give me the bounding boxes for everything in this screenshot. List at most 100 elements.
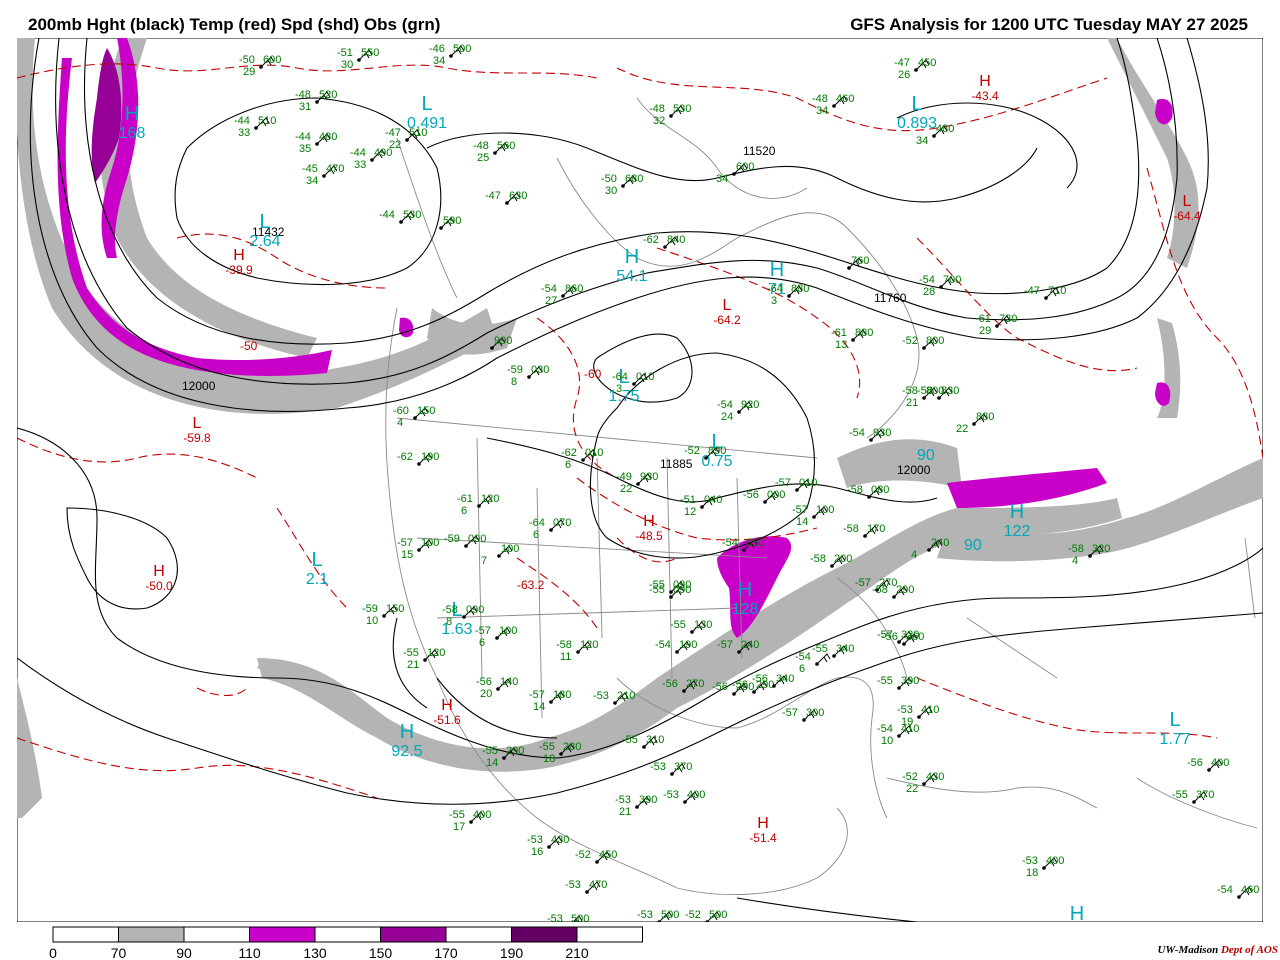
colorbar-label: 130 (303, 945, 327, 960)
obs-dewpoint: 7 (481, 555, 487, 567)
obs-temp: -64 (767, 283, 783, 295)
obs-height: 190 (421, 451, 439, 463)
center-value: 92.5 (391, 743, 422, 760)
obs-temp: -48 (649, 103, 665, 115)
obs-dewpoint: 34 (816, 105, 828, 117)
obs-temp: -52 (902, 771, 918, 783)
obs-dewpoint: 29 (979, 325, 991, 337)
center-value: 1.77 (1159, 731, 1190, 748)
center-value: -59.8 (183, 431, 211, 445)
obs-temp: -54 (919, 274, 935, 286)
temp-label: -60 (584, 367, 602, 381)
obs-temp: -52 (902, 335, 918, 347)
obs-height: 180 (553, 689, 571, 701)
obs-height: 340 (776, 673, 794, 685)
obs-temp: -54 (1217, 884, 1233, 896)
obs-height: 930 (640, 471, 658, 483)
obs-temp: -54 (722, 537, 738, 549)
obs-dewpoint: 14 (796, 516, 808, 528)
obs-height: 240 (741, 639, 759, 651)
obs-dewpoint: 31 (299, 101, 311, 113)
obs-height: 100 (499, 625, 517, 637)
obs-dewpoint: 33 (354, 159, 366, 171)
obs-temp: -56 (752, 673, 768, 685)
obs-dewpoint: 6 (565, 459, 571, 471)
center-value: -51.6 (433, 713, 461, 727)
obs-temp: -62 (643, 234, 659, 246)
obs-temp: -44 (379, 209, 395, 221)
obs-dewpoint: 21 (619, 806, 631, 818)
obs-temp: -61 (975, 313, 991, 325)
center-letter: H (738, 579, 752, 601)
obs-dewpoint: 4 (397, 417, 403, 429)
obs-temp: -62 (561, 447, 577, 459)
obs-dewpoint: 10 (366, 615, 378, 627)
colorbar-label: 70 (111, 945, 127, 960)
temp-label: -50 (240, 339, 258, 353)
obs-dewpoint: 28 (923, 286, 935, 298)
obs-height: 300 (806, 707, 824, 719)
obs-height: 860 (565, 283, 583, 295)
colorbar-label: 170 (434, 945, 458, 960)
obs-height: 200 (834, 553, 852, 565)
obs-temp: -44 (350, 147, 366, 159)
obs-temp: -54 (795, 651, 811, 663)
credit-dept: Dept of AOS (1220, 944, 1278, 956)
center-letter: L (1183, 193, 1192, 210)
obs-temp: -55 (670, 619, 686, 631)
obs-temp: -55 (482, 745, 498, 757)
obs-height: 560 (497, 140, 515, 152)
obs-dewpoint: 16 (531, 846, 543, 858)
obs-dewpoint: 33 (238, 127, 250, 139)
chart-title-right: GFS Analysis for 1200 UTC Tuesday MAY 27… (850, 15, 1248, 34)
center-value: -48.5 (635, 529, 663, 543)
obs-temp: -56 (743, 489, 759, 501)
obs-temp: -47 (485, 190, 501, 202)
obs-dewpoint: 17 (453, 821, 465, 833)
center-value: 128 (732, 601, 759, 618)
obs-height: 290 (896, 584, 914, 596)
obs-height: 030 (531, 364, 549, 376)
obs-height: 100 (501, 543, 519, 555)
obs-temp: -49 (616, 471, 632, 483)
obs-temp: -55 (403, 647, 419, 659)
obs-height: 530 (673, 103, 691, 115)
obs-height: 400 (687, 789, 705, 801)
obs-temp: -53 (565, 879, 581, 891)
obs-height: 170 (867, 523, 885, 535)
colorbar-label: 90 (176, 945, 192, 960)
center-letter: H (125, 103, 139, 125)
obs-dewpoint: 32 (653, 115, 665, 127)
obs-dewpoint: 8 (446, 616, 452, 628)
obs-temp: -51 (680, 494, 696, 506)
center-letter: L (1169, 709, 1180, 731)
obs-height: 150 (386, 603, 404, 615)
obs-height: 310 (646, 734, 664, 746)
obs-height: 990 (494, 335, 512, 347)
obs-temp: -52 (575, 849, 591, 861)
center-letter: H (1070, 903, 1084, 922)
obs-height: 340 (836, 643, 854, 655)
center-letter: H (400, 721, 414, 743)
obs-height: 070 (553, 517, 571, 529)
obs-dewpoint: 26 (898, 69, 910, 81)
height-label: 11760 (874, 291, 907, 305)
obs-height: 400 (1046, 855, 1064, 867)
obs-height: 840 (667, 234, 685, 246)
obs-temp: -47 (894, 57, 910, 69)
center-value: 2.64 (249, 233, 280, 250)
obs-temp: -51 (337, 47, 353, 59)
obs-temp: -54 (877, 723, 893, 735)
obs-height: 700 (943, 274, 961, 286)
obs-dewpoint: 8 (511, 376, 517, 388)
obs-dewpoint: 18 (543, 753, 555, 765)
obs-height: 530 (403, 209, 421, 221)
obs-temp: -58 (872, 584, 888, 596)
obs-temp: -47 (385, 127, 401, 139)
obs-temp: -54 (717, 399, 733, 411)
center-letter: H (770, 259, 784, 281)
obs-dewpoint: 14 (486, 757, 498, 769)
obs-dewpoint: 34 (306, 175, 318, 187)
obs-height: 120 (580, 639, 598, 651)
obs-temp: -55 (539, 741, 555, 753)
